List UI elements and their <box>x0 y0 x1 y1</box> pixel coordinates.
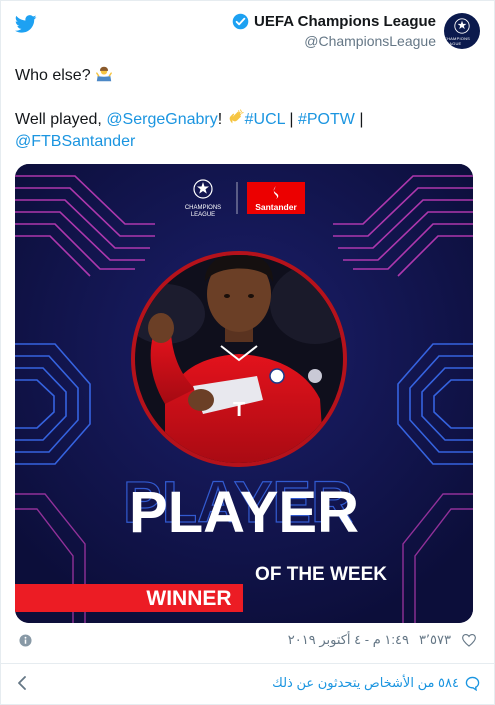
santander-text: Santander <box>255 202 297 212</box>
hashtag-potw-link[interactable]: #POTW <box>298 111 355 128</box>
winner-text: WINNER <box>146 587 231 610</box>
ucl-logo-text-2: LEAGUE <box>191 212 215 218</box>
exclamation-text: ! <box>217 111 223 128</box>
mention-ftbsantander-link[interactable]: @FTBSantander <box>15 133 135 150</box>
meta-right: ٣٬٥٧٣ ١:٤٩ م - ٤ أكتوبر ٢٠١٩ <box>288 632 477 648</box>
clapping-hands-emoji-icon <box>229 109 244 124</box>
winner-badge: WINNER <box>15 584 243 612</box>
santander-logo: Santander <box>247 182 305 214</box>
chevron-left-icon[interactable] <box>17 676 27 690</box>
subheadline-of-the-week: OF THE WEEK <box>255 564 387 585</box>
person-shrugging-emoji-icon <box>96 66 112 82</box>
tweet-timestamp[interactable]: ١:٤٩ م - ٤ أكتوبر ٢٠١٩ <box>288 632 409 648</box>
speech-bubble-icon <box>465 676 480 691</box>
separator-2: | <box>354 111 364 128</box>
twitter-bird-icon[interactable] <box>15 15 37 33</box>
author-text: UEFA Champions League @ChampionsLeague <box>232 13 436 49</box>
tweet-line-3: @FTBSantander <box>15 131 481 153</box>
tweet-author[interactable]: UEFA Champions League @ChampionsLeague C… <box>232 13 480 53</box>
separator-1: | <box>284 111 298 128</box>
tweet-line-2-text: Well played, <box>15 111 102 128</box>
likes-count[interactable]: ٣٬٥٧٣ <box>419 632 451 648</box>
tweet-meta: ٣٬٥٧٣ ١:٤٩ م - ٤ أكتوبر ٢٠١٩ <box>15 630 481 652</box>
tweet-line-2: Well played, @SergeGnabry! #UCL | #POTW … <box>15 109 481 131</box>
mention-sergegnabry-link[interactable]: @SergeGnabry <box>106 111 217 128</box>
tweet-line-1-text: Who else? <box>15 67 91 84</box>
info-icon[interactable] <box>19 634 32 647</box>
tweet-media-image[interactable]: CHAMPIONS LEAGUE Santander T PLAYER PLAY… <box>15 164 473 623</box>
heart-icon[interactable] <box>461 633 477 647</box>
author-handle[interactable]: @ChampionsLeague <box>232 33 436 49</box>
verified-badge-icon <box>232 13 249 30</box>
player-of-the-week-graphic: CHAMPIONS LEAGUE Santander T PLAYER PLAY… <box>15 164 473 623</box>
ucl-starball-icon <box>454 17 470 34</box>
tweet-footer: ٥٨٤ من الأشخاص يتحدثون عن ذلك <box>1 669 495 697</box>
hashtag-ucl-link[interactable]: #UCL <box>245 111 285 128</box>
people-talking-text[interactable]: ٥٨٤ من الأشخاص يتحدثون عن ذلك <box>272 675 459 691</box>
avatar-label: CHAMPIONS LEAGUE <box>444 35 471 46</box>
tweet-card[interactable]: UEFA Champions League @ChampionsLeague C… <box>0 0 495 705</box>
tweet-gap <box>15 87 481 109</box>
ucl-logo-text-1: CHAMPIONS <box>185 205 221 211</box>
divider <box>1 663 495 664</box>
people-talking-link[interactable]: ٥٨٤ من الأشخاص يتحدثون عن ذلك <box>272 675 480 691</box>
author-name-row: UEFA Champions League <box>232 13 436 30</box>
avatar[interactable]: CHAMPIONS LEAGUE <box>444 13 480 49</box>
tweet-text: Who else? Well played, @SergeGnabry! #UC… <box>15 65 481 153</box>
shirt-sponsor-mark: T <box>233 399 245 421</box>
author-name[interactable]: UEFA Champions League <box>254 13 436 30</box>
headline-player: PLAYER <box>129 480 359 545</box>
tweet-line-1: Who else? <box>15 65 481 87</box>
